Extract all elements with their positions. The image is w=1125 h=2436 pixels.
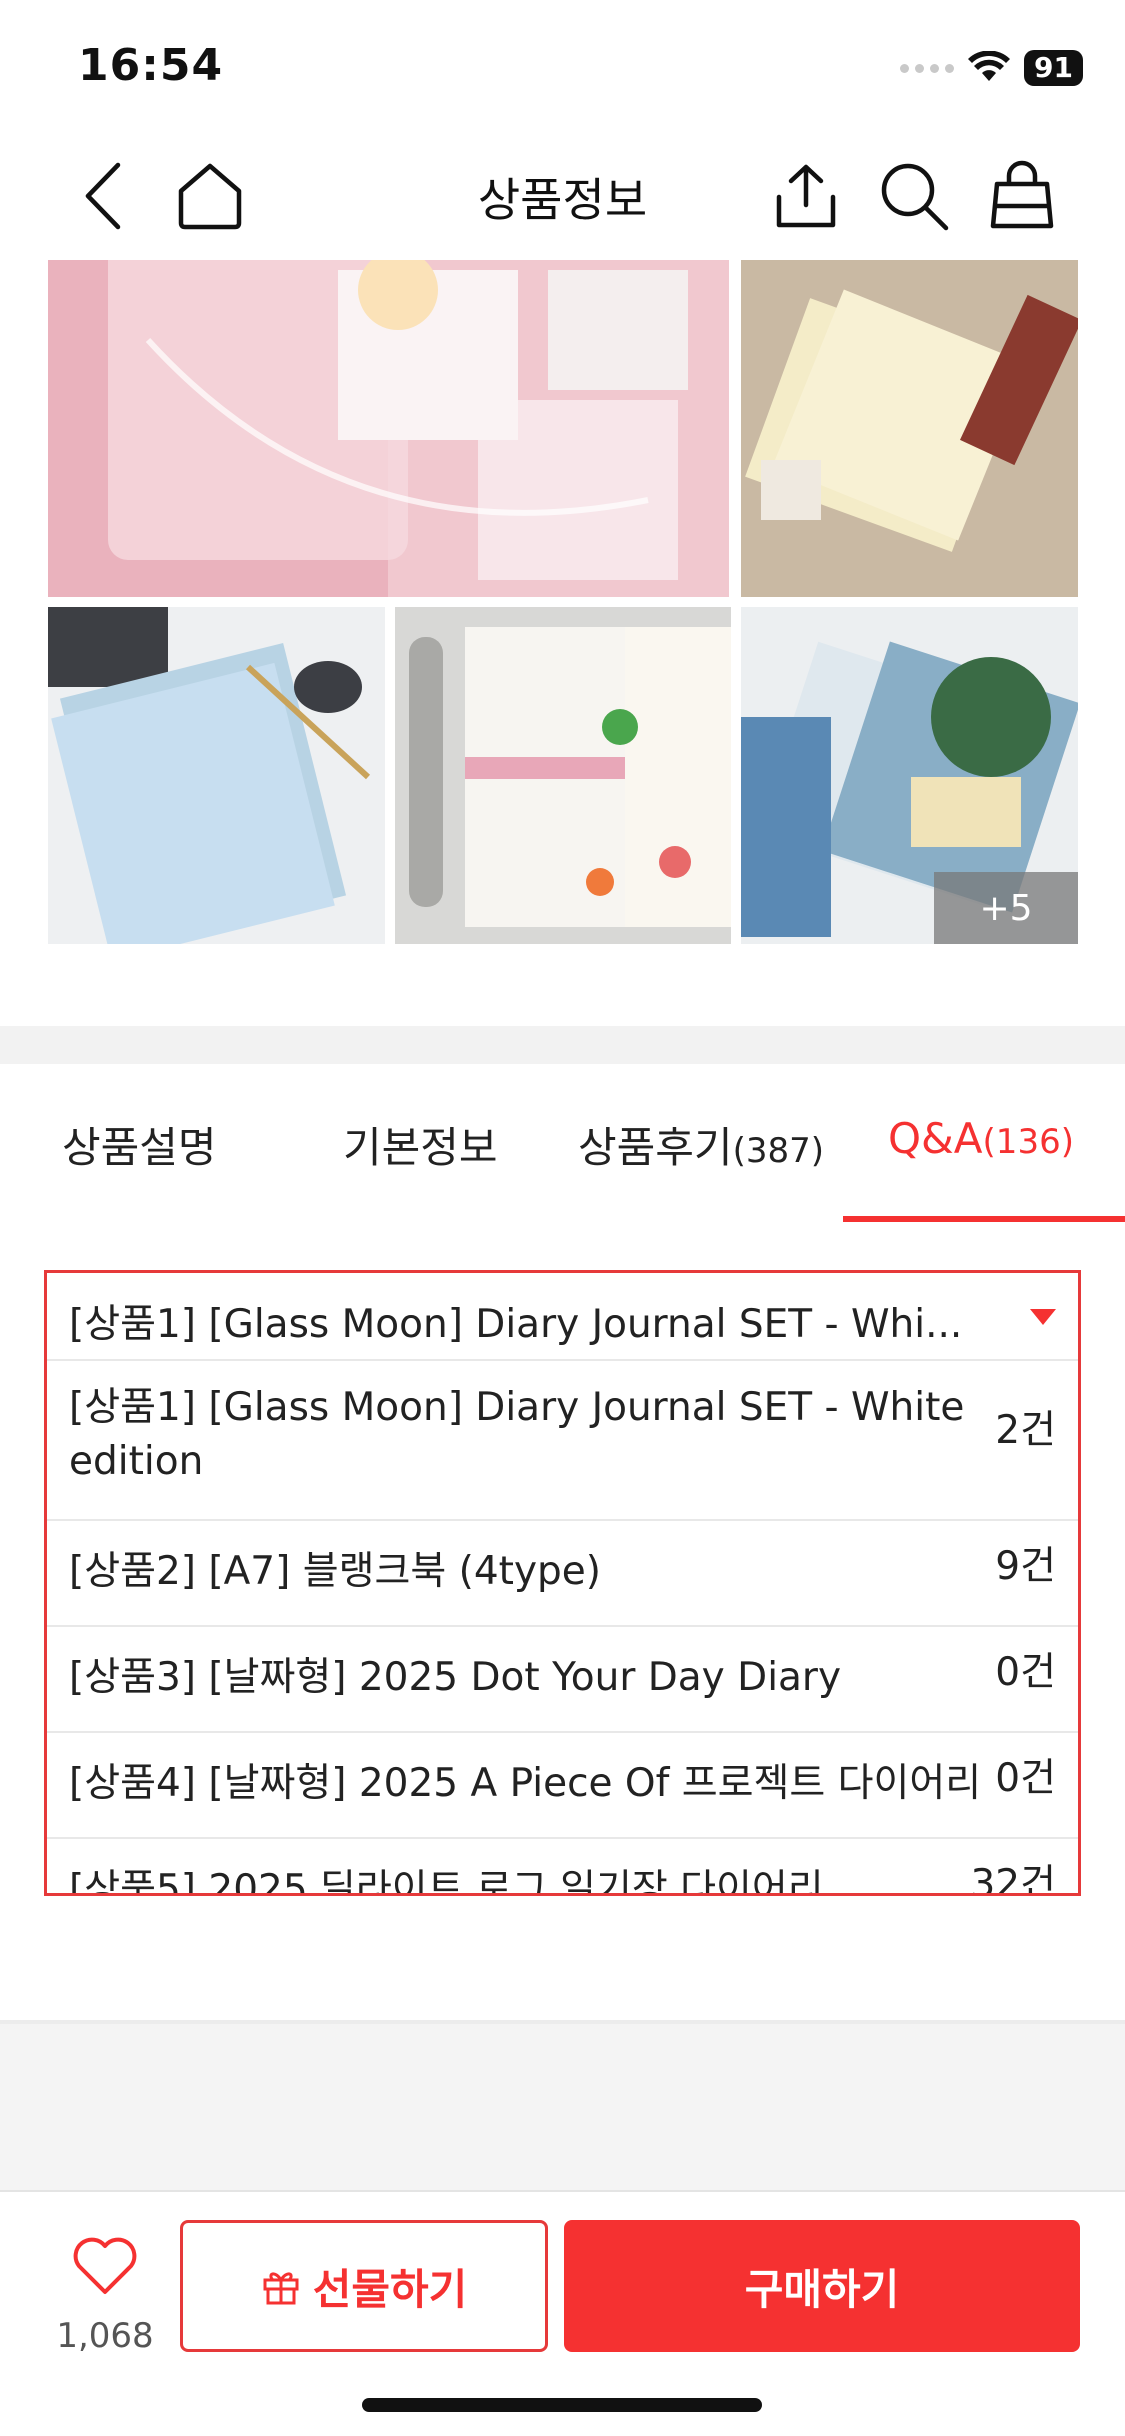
tab-basic-info[interactable]: 기본정보 (343, 1114, 498, 1175)
gallery-image-3[interactable] (48, 607, 385, 944)
dropdown-selected-text: [상품1] [Glass Moon] Diary Journal SET - W… (69, 1302, 963, 1347)
option-count: 32건 (970, 1862, 1056, 1896)
tab-label: 상품설명 (62, 1123, 217, 1172)
option-label: [상품3] [날짜형] 2025 Dot Your Day Diary (69, 1655, 842, 1700)
gift-button-label: 선물하기 (312, 2264, 468, 2314)
option-label: [상품1] [Glass Moon] Diary Journal SET - W… (69, 1385, 965, 1484)
option-label: [상품4] [날짜형] 2025 A Piece Of 프로젝트 다이어리 (69, 1761, 982, 1806)
cart-button[interactable] (982, 156, 1062, 236)
product-tabs: 상품설명 기본정보 상품후기(387) Q&A(136) (0, 1064, 1125, 1224)
dropdown-option-4[interactable]: [상품4] [날짜형] 2025 A Piece Of 프로젝트 다이어리 0건 (47, 1733, 1078, 1839)
dropdown-selected[interactable]: [상품1] [Glass Moon] Diary Journal SET - W… (47, 1273, 1078, 1361)
gallery-image-2[interactable] (741, 260, 1078, 597)
share-icon (776, 164, 836, 228)
more-images-badge[interactable]: +5 (934, 872, 1078, 944)
gallery-image-5[interactable]: +5 (741, 607, 1078, 944)
buy-button-label: 구매하기 (744, 2264, 900, 2314)
gift-icon (263, 2272, 299, 2305)
battery-indicator: 91 (1024, 50, 1083, 86)
option-count: 0건 (995, 1650, 1056, 1695)
dropdown-option-3[interactable]: [상품3] [날짜형] 2025 Dot Your Day Diary 0건 (47, 1627, 1078, 1733)
gallery-image-1[interactable] (48, 260, 729, 597)
option-count: 9건 (995, 1544, 1056, 1589)
status-indicators: 91 (900, 46, 1083, 90)
option-count: 0건 (995, 1756, 1056, 1801)
tab-qna[interactable]: Q&A(136) (888, 1114, 1074, 1163)
share-button[interactable] (766, 156, 846, 236)
section-divider (0, 1026, 1125, 1064)
wifi-icon (968, 51, 1011, 81)
status-bar: 16:54 91 (0, 0, 1125, 130)
shopping-bag-icon (990, 160, 1054, 229)
dropdown-options: [상품1] [Glass Moon] Diary Journal SET - W… (47, 1361, 1078, 1896)
tab-label: Q&A (888, 1114, 983, 1163)
cellular-signal-icon (900, 63, 955, 73)
status-time: 16:54 (78, 40, 224, 91)
buy-button[interactable]: 구매하기 (564, 2220, 1080, 2352)
tab-label: 기본정보 (343, 1123, 498, 1172)
like-button[interactable]: 1,068 (40, 2232, 170, 2362)
gift-button[interactable]: 선물하기 (180, 2220, 548, 2352)
page-title: 상품정보 (477, 173, 648, 227)
option-label: [상품5] 2025 딜라이트 로그 일기장 다이어리 (69, 1867, 824, 1896)
tab-description[interactable]: 상품설명 (62, 1114, 217, 1175)
like-count: 1,068 (56, 2316, 154, 2356)
dropdown-option-1[interactable]: [상품1] [Glass Moon] Diary Journal SET - W… (47, 1361, 1078, 1521)
product-select-dropdown: [상품1] [Glass Moon] Diary Journal SET - W… (44, 1270, 1081, 1896)
tab-label: 상품후기 (578, 1123, 733, 1172)
product-image-gallery: +5 (48, 260, 1078, 944)
tab-count: (136) (982, 1122, 1074, 1162)
option-count: 2건 (995, 1408, 1056, 1453)
top-navigation: 상품정보 (0, 130, 1125, 260)
heart-icon (73, 2237, 137, 2294)
gallery-image-4[interactable] (395, 607, 731, 944)
search-icon (881, 163, 949, 231)
dropdown-option-2[interactable]: [상품2] [A7] 블랭크북 (4type) 9건 (47, 1521, 1078, 1627)
home-indicator[interactable] (362, 2398, 762, 2412)
caret-down-icon (1030, 1309, 1056, 1325)
content-footer-area (0, 2020, 1125, 2190)
tab-reviews[interactable]: 상품후기(387) (578, 1114, 824, 1175)
option-label: [상품2] [A7] 블랭크북 (4type) (69, 1549, 602, 1594)
dropdown-option-5[interactable]: [상품5] 2025 딜라이트 로그 일기장 다이어리 32건 (47, 1839, 1078, 1896)
search-button[interactable] (874, 156, 954, 236)
active-tab-indicator (843, 1216, 1125, 1222)
tab-count: (387) (732, 1131, 824, 1171)
